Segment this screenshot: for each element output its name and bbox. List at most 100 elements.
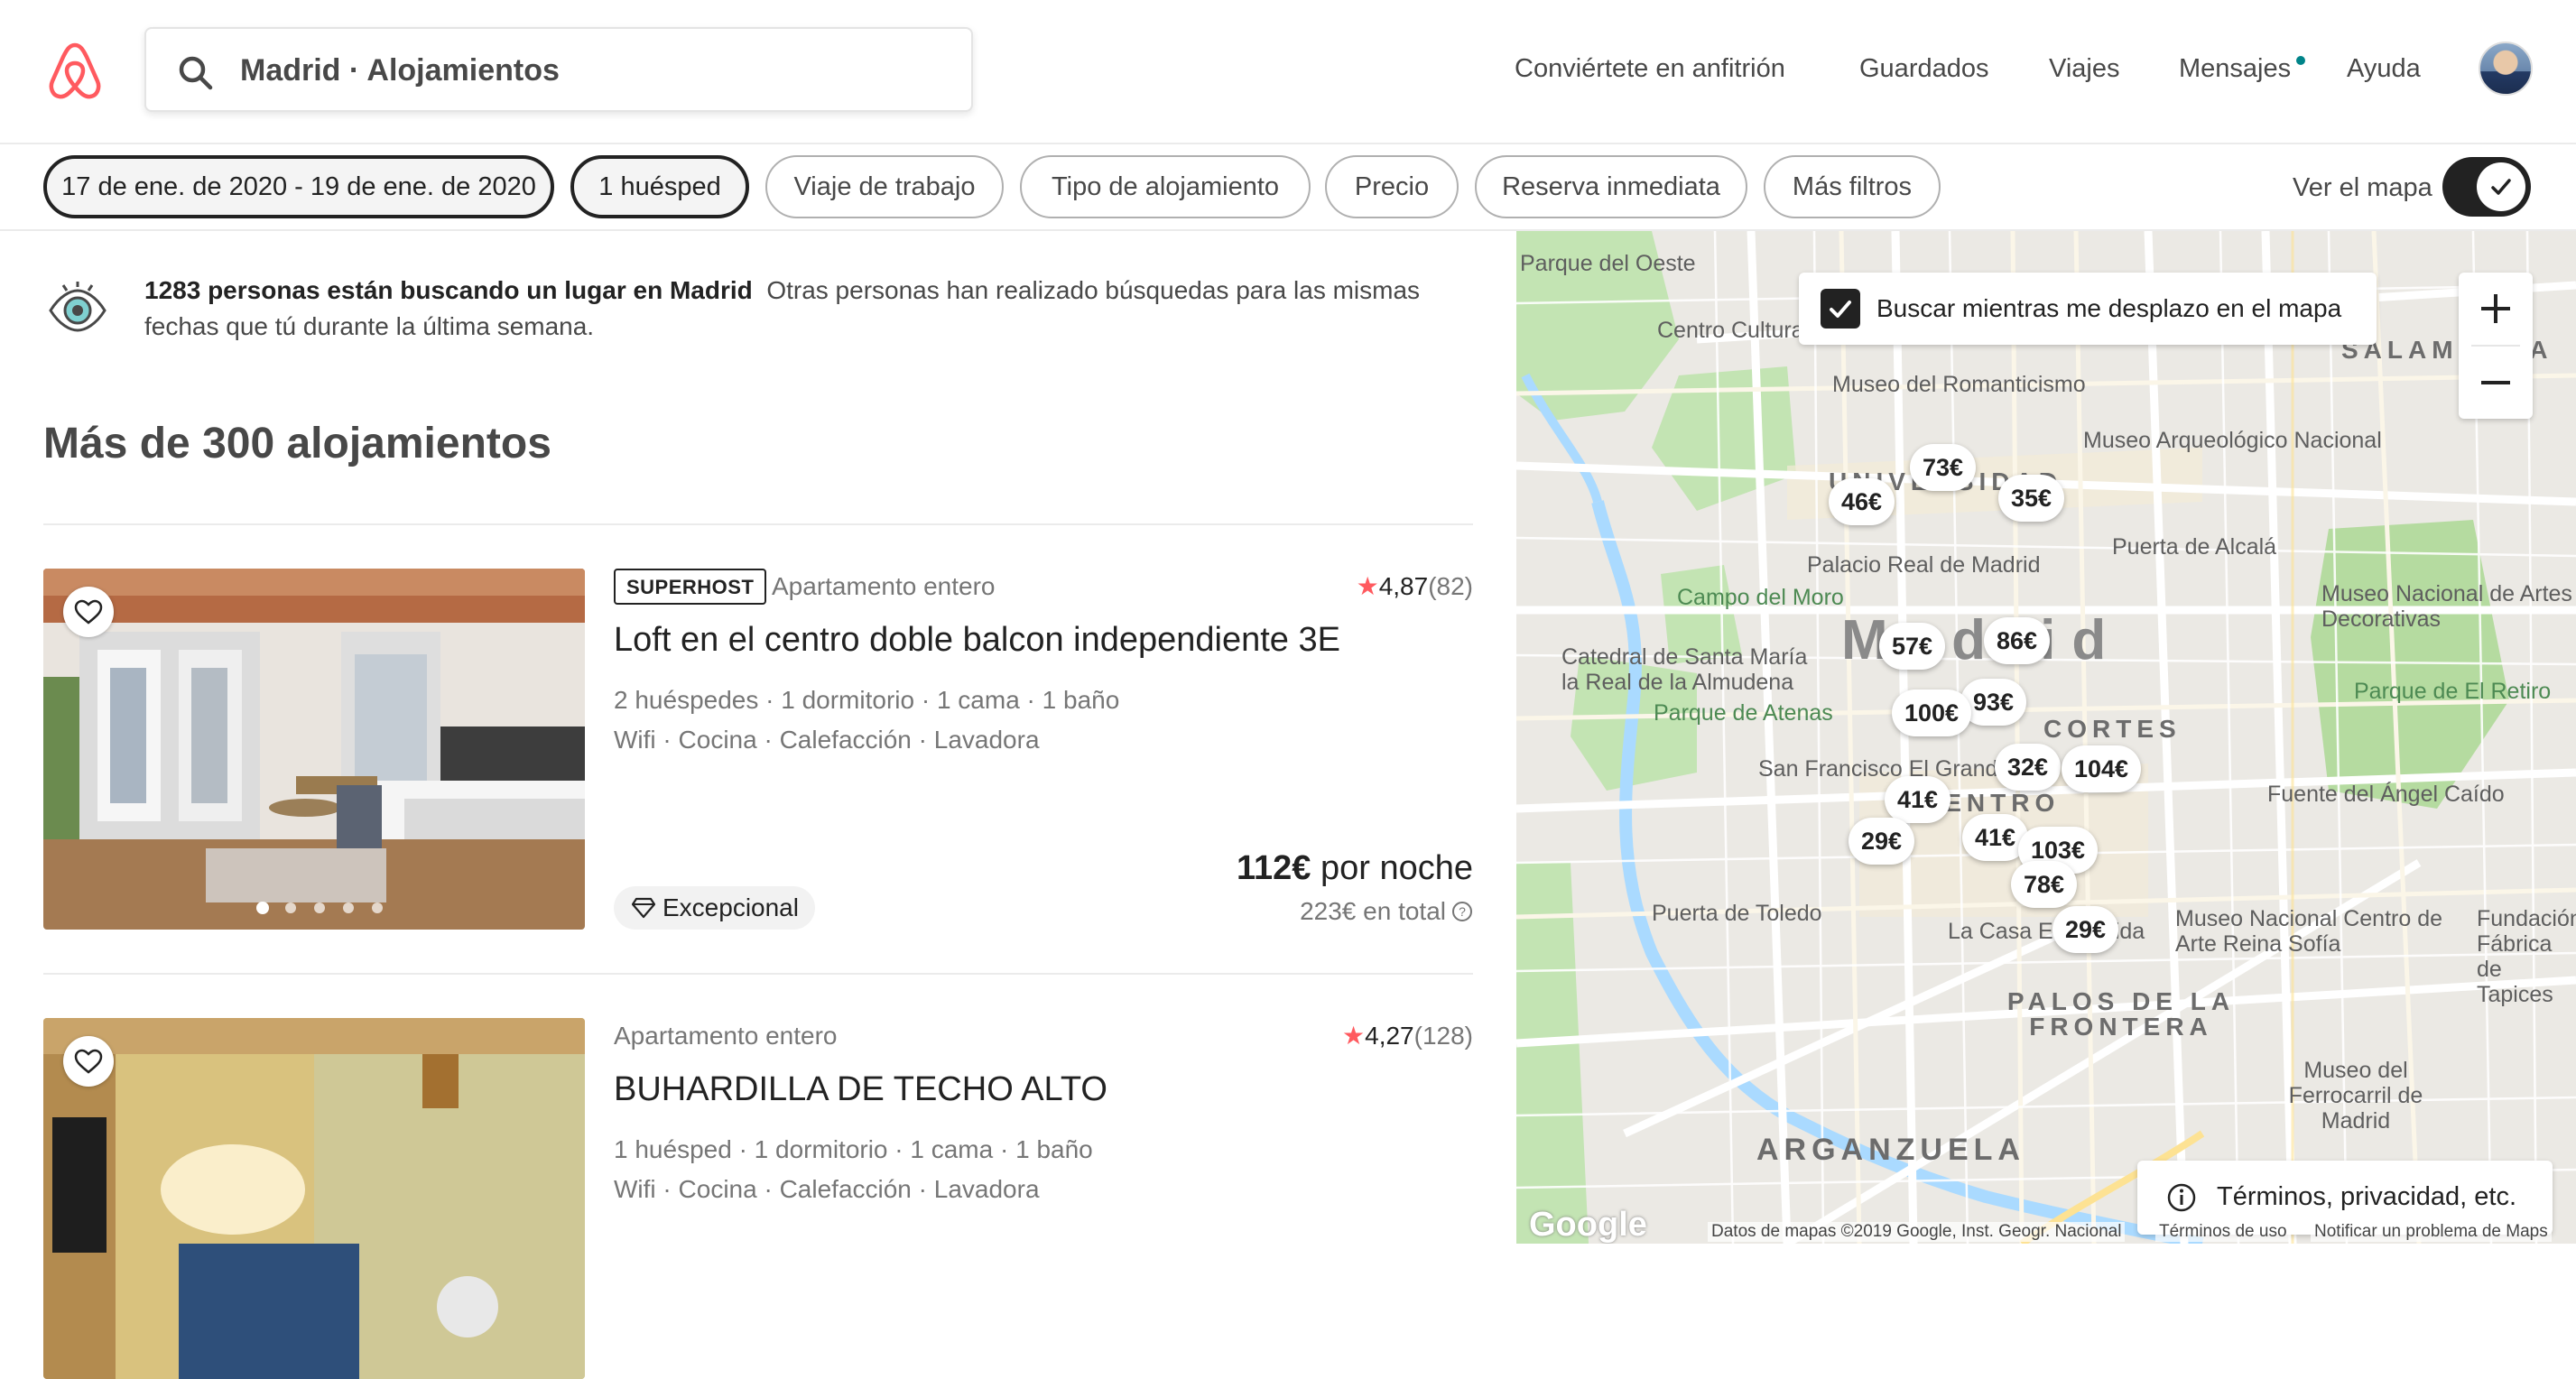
price-pin[interactable]: 29€ xyxy=(1849,818,1915,865)
save-heart-button[interactable] xyxy=(63,587,114,637)
airbnb-logo-icon[interactable] xyxy=(45,40,105,103)
star-icon: ★ xyxy=(1342,1022,1366,1050)
superhost-badge: SUPERHOST xyxy=(614,569,767,605)
listing-specs: 2 huéspedes · 1 dormitorio · 1 cama · 1 … xyxy=(614,686,1120,714)
review-count: (82) xyxy=(1428,572,1473,600)
price-pin[interactable]: 29€ xyxy=(2052,906,2119,953)
listing-title[interactable]: Loft en el centro doble balcon independi… xyxy=(614,618,1340,662)
map-label: Palacio Real de Madrid xyxy=(1807,552,2041,578)
help-circle-icon[interactable]: ? xyxy=(1451,901,1473,922)
diamond-icon xyxy=(632,897,655,919)
filter-bar: 17 de ene. de 2020 - 19 de ene. de 2020 … xyxy=(0,144,2576,231)
price-pin[interactable]: 41€ xyxy=(1885,776,1951,823)
map-label: Parque del Oeste xyxy=(1520,251,1696,276)
zoom-controls xyxy=(2459,273,2533,419)
listing-amenities: Wifi · Cocina · Calefacción · Lavadora xyxy=(614,1175,1040,1203)
map[interactable]: Parque del Oeste Centro Cultural Conde D… xyxy=(1516,231,2576,1244)
carousel-dots[interactable] xyxy=(242,902,404,915)
rating-value: 4,87 xyxy=(1378,572,1429,600)
plus-icon xyxy=(2481,294,2510,323)
price-pin[interactable]: 46€ xyxy=(1829,478,1895,525)
map-terms-link[interactable]: Términos de uso xyxy=(2155,1222,2291,1242)
listing-total: 223€ en total? xyxy=(1300,893,1473,930)
divider xyxy=(43,523,1473,525)
listing-title[interactable]: BUHARDILLA DE TECHO ALTO xyxy=(614,1068,1107,1111)
save-heart-button[interactable] xyxy=(63,1036,114,1087)
map-label: Fuente del Ángel Caído xyxy=(2267,782,2505,807)
map-label: Puerta de Alcalá xyxy=(2112,534,2277,560)
exceptional-label: Excepcional xyxy=(663,893,799,921)
price-pin[interactable]: 35€ xyxy=(1998,475,2065,522)
search-activity-headline: 1283 personas están buscando un lugar en… xyxy=(144,276,753,304)
carousel-dot[interactable] xyxy=(343,902,354,913)
map-toggle[interactable] xyxy=(2442,157,2531,217)
exceptional-badge: Excepcional xyxy=(614,886,815,930)
listing-rating: ★4,87(82) xyxy=(1357,569,1473,605)
map-label: Fundación Fábrica de Tapices xyxy=(2477,906,2576,1007)
eye-icon xyxy=(49,282,107,332)
check-icon xyxy=(2491,179,2511,195)
listing-specs: 1 huésped · 1 dormitorio · 1 cama · 1 ba… xyxy=(614,1135,1093,1163)
price-value: 112€ xyxy=(1236,849,1311,887)
filter-work-trip[interactable]: Viaje de trabajo xyxy=(765,155,1004,218)
carousel-dot[interactable] xyxy=(285,902,296,913)
carousel-dot[interactable] xyxy=(372,902,383,913)
listing-type: Apartamento entero xyxy=(614,1022,838,1050)
map-label: Museo Arqueológico Nacional xyxy=(2083,428,2382,453)
price-pin[interactable]: 78€ xyxy=(2011,861,2078,908)
room-photo xyxy=(43,1018,585,1379)
carousel-dot[interactable] xyxy=(256,902,269,914)
filter-instant-book[interactable]: Reserva inmediata xyxy=(1475,155,1747,218)
zoom-out-button[interactable] xyxy=(2459,347,2533,419)
review-count: (128) xyxy=(1413,1022,1473,1050)
info-icon xyxy=(2167,1183,2196,1212)
nav-help[interactable]: Ayuda xyxy=(2347,51,2421,87)
search-as-move-label: Buscar mientras me desplazo en el mapa xyxy=(1876,294,2342,322)
heart-icon xyxy=(74,599,103,625)
nav-saved[interactable]: Guardados xyxy=(1859,51,1989,87)
price-pin[interactable]: 57€ xyxy=(1879,623,1946,670)
bedroom-photo xyxy=(43,569,585,930)
listing-type: Apartamento entero xyxy=(772,572,996,600)
check-icon xyxy=(1830,301,1851,318)
search-as-move-control[interactable]: Buscar mientras me desplazo en el mapa xyxy=(1799,273,2377,345)
filter-price[interactable]: Precio xyxy=(1325,155,1459,218)
map-label: PALOS DE LA FRONTERA xyxy=(2006,987,2236,1041)
price-pin[interactable]: 32€ xyxy=(1995,744,2062,791)
filter-home-type[interactable]: Tipo de alojamiento xyxy=(1020,155,1311,218)
total-price: 223€ en total xyxy=(1300,897,1446,925)
filter-dates[interactable]: 17 de ene. de 2020 - 19 de ene. de 2020 xyxy=(43,155,554,218)
heart-icon xyxy=(74,1049,103,1074)
price-pin[interactable]: 86€ xyxy=(1984,617,2051,664)
listing-rating: ★4,27(128) xyxy=(1342,1018,1473,1054)
map-label: Museo Nacional Centro de Arte Reina Sofí… xyxy=(2175,906,2442,957)
carousel-dot[interactable] xyxy=(314,902,325,913)
search-input[interactable]: Madrid · Alojamientos xyxy=(144,27,973,112)
map-toggle-label: Ver el mapa xyxy=(2293,173,2432,202)
search-as-move-checkbox[interactable] xyxy=(1821,289,1860,329)
price-pin[interactable]: 100€ xyxy=(1892,690,1972,736)
price-pin[interactable]: 73€ xyxy=(1910,444,1977,491)
nav-become-host[interactable]: Conviértete en anfitrión xyxy=(1515,51,1785,87)
unread-dot xyxy=(2296,56,2305,65)
top-header: Madrid · Alojamientos Conviértete en anf… xyxy=(0,0,2576,144)
filter-more[interactable]: Más filtros xyxy=(1764,155,1941,218)
map-label: Museo del Ferrocarril de Madrid xyxy=(2288,1058,2423,1134)
results-title: Más de 300 alojamientos xyxy=(43,420,551,467)
map-label: San Francisco El Grande xyxy=(1758,756,2011,782)
price-pin[interactable]: 104€ xyxy=(2062,745,2142,792)
listing-photo[interactable] xyxy=(43,1018,585,1379)
search-query-text: Madrid · Alojamientos xyxy=(240,53,560,88)
nav-messages[interactable]: Mensajes xyxy=(2179,51,2291,87)
map-label: Parque de El Retiro xyxy=(2354,679,2552,704)
zoom-in-button[interactable] xyxy=(2459,273,2533,345)
minus-icon xyxy=(2481,381,2510,384)
map-label: Campo del Moro xyxy=(1677,585,1844,610)
divider xyxy=(43,973,1473,975)
report-map-problem-link[interactable]: Notificar un problema de Maps xyxy=(2311,1222,2552,1242)
filter-guests[interactable]: 1 huésped xyxy=(570,155,749,218)
map-label: ARGANZUELA xyxy=(1756,1133,2025,1167)
nav-trips[interactable]: Viajes xyxy=(2049,51,2119,87)
avatar[interactable] xyxy=(2479,42,2533,96)
listing-photo[interactable] xyxy=(43,569,585,930)
